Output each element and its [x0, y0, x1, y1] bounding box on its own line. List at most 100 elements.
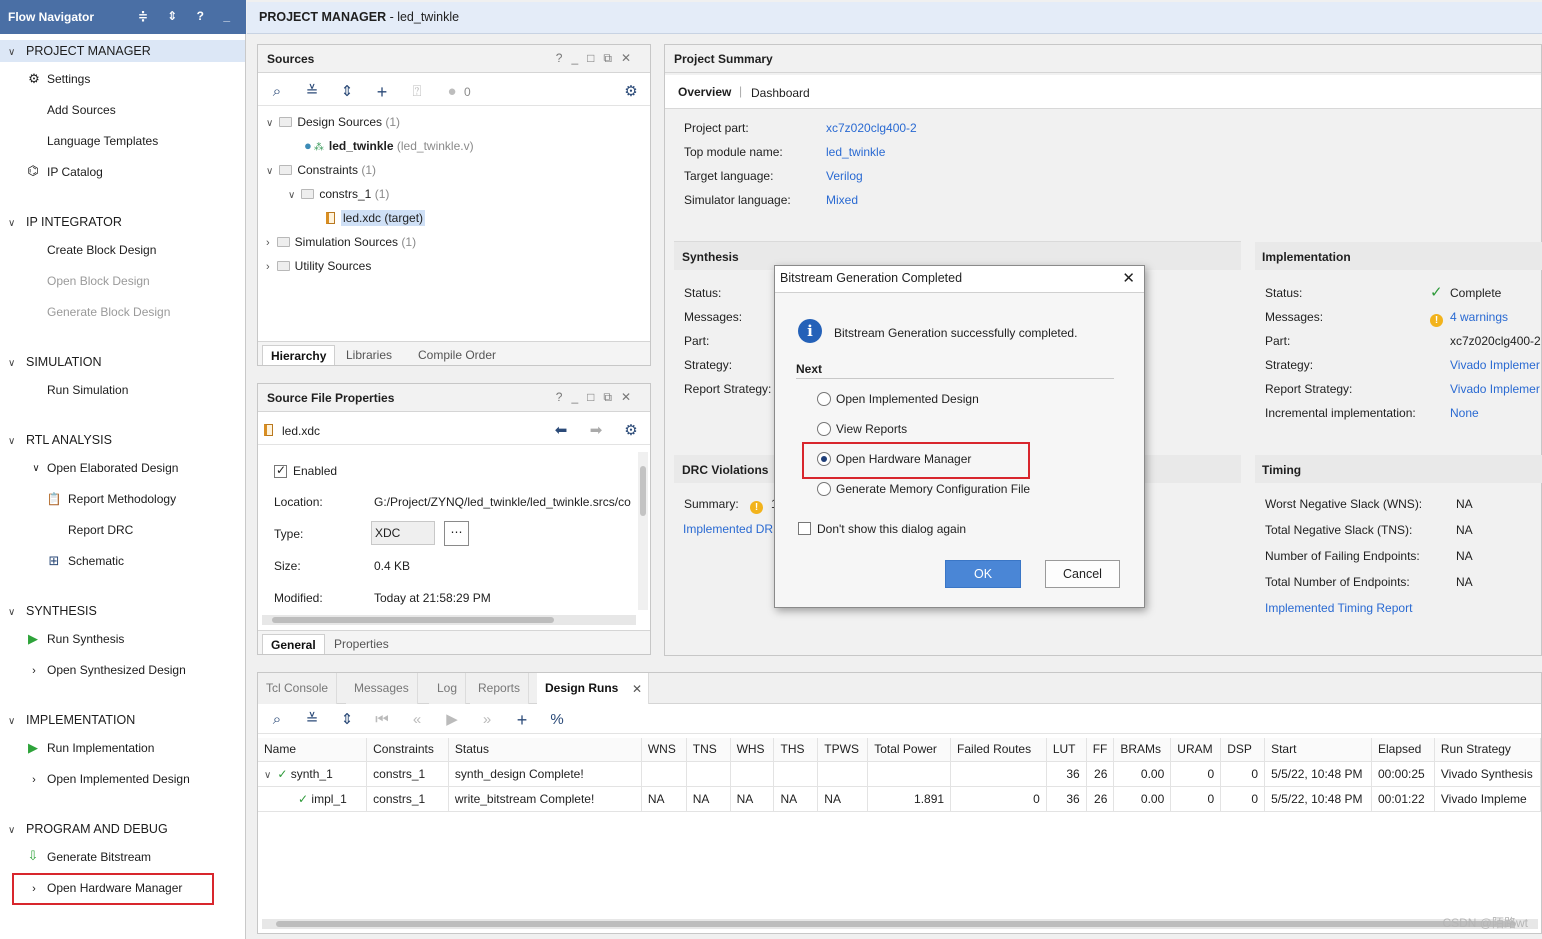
percent-icon[interactable]: %: [548, 712, 566, 730]
nav-item-settings[interactable]: ⚙ Settings: [0, 69, 245, 91]
nav-item-generate-block-design[interactable]: Generate Block Design: [0, 302, 245, 324]
close-icon[interactable]: ✕: [632, 682, 642, 696]
column-header[interactable]: THS: [773, 738, 819, 762]
simulator-language-link[interactable]: Mixed: [826, 193, 858, 207]
nav-item-run-synthesis[interactable]: ▶ Run Synthesis: [0, 629, 245, 651]
sfp-vertical-scrollbar[interactable]: [638, 452, 648, 610]
tree-constraints[interactable]: ∨ Constraints (1): [266, 161, 376, 181]
nav-item-run-simulation[interactable]: Run Simulation: [0, 380, 245, 402]
nav-section-project-manager[interactable]: ∨ PROJECT MANAGER: [0, 40, 245, 62]
tab-general[interactable]: General: [262, 634, 325, 654]
column-header[interactable]: Total Power: [867, 738, 952, 762]
nav-item-open-elaborated-design[interactable]: ∨ Open Elaborated Design: [0, 458, 245, 480]
panel-window-controls[interactable]: ?_□⧉✕: [556, 51, 640, 66]
rewind-icon[interactable]: «: [408, 712, 426, 730]
option-view-reports[interactable]: View Reports: [836, 422, 907, 436]
expand-all-icon[interactable]: ⇕: [338, 712, 356, 730]
tab-reports[interactable]: Reports: [470, 673, 530, 704]
column-header[interactable]: FF: [1086, 738, 1115, 762]
impl-report-strategy-link[interactable]: Vivado Implemer: [1450, 382, 1540, 396]
cancel-button[interactable]: Cancel: [1045, 560, 1120, 588]
column-header[interactable]: Name: [258, 738, 368, 762]
tab-messages[interactable]: Messages: [346, 673, 418, 704]
column-header[interactable]: TNS: [686, 738, 731, 762]
nav-item-run-implementation[interactable]: ▶ Run Implementation: [0, 738, 245, 760]
expand-all-icon[interactable]: ⇕: [338, 84, 356, 102]
column-header[interactable]: Status: [448, 738, 642, 762]
tab-tcl-console[interactable]: Tcl Console: [258, 673, 338, 704]
scroll-thumb[interactable]: [272, 617, 554, 623]
column-header[interactable]: Run Strategy: [1434, 738, 1542, 762]
nav-item-schematic[interactable]: ⊞ Schematic: [0, 551, 245, 573]
unknown-file-icon[interactable]: ⍰: [408, 84, 426, 102]
option-generate-memory-config[interactable]: Generate Memory Configuration File: [836, 482, 1030, 496]
tree-utility-sources[interactable]: › Utility Sources: [266, 257, 371, 277]
column-header[interactable]: WHS: [730, 738, 775, 762]
dont-show-label[interactable]: Don't show this dialog again: [817, 522, 966, 536]
type-browse-button[interactable]: ⋯: [444, 521, 469, 546]
panel-window-controls[interactable]: ?_□⧉✕: [556, 390, 640, 405]
arrow-left-icon[interactable]: ⬅: [552, 423, 570, 441]
tab-properties[interactable]: Properties: [326, 634, 397, 654]
nav-item-ip-catalog[interactable]: ⌬ IP Catalog: [0, 162, 245, 184]
tab-hierarchy[interactable]: Hierarchy: [262, 345, 336, 365]
radio-view-reports[interactable]: [817, 422, 831, 436]
sfp-horizontal-scrollbar[interactable]: [262, 615, 636, 625]
scroll-thumb[interactable]: [640, 466, 646, 516]
tab-log[interactable]: Log: [429, 673, 467, 704]
nav-item-report-methodology[interactable]: 📋 Report Methodology: [0, 489, 245, 511]
column-header[interactable]: Failed Routes: [950, 738, 1047, 762]
nav-item-open-synthesized-design[interactable]: › Open Synthesized Design: [0, 660, 245, 682]
play-icon[interactable]: ▶: [443, 712, 461, 730]
column-header[interactable]: WNS: [641, 738, 687, 762]
nav-section-simulation[interactable]: ∨ SIMULATION: [0, 351, 245, 373]
dont-show-checkbox[interactable]: [798, 522, 811, 535]
runs-horizontal-scrollbar[interactable]: [262, 919, 1538, 929]
nav-item-open-implemented-design[interactable]: › Open Implemented Design: [0, 769, 245, 791]
search-icon[interactable]: ⌕: [268, 712, 286, 730]
option-open-implemented-design[interactable]: Open Implemented Design: [836, 392, 979, 406]
nav-section-synthesis[interactable]: ∨ SYNTHESIS: [0, 600, 245, 622]
ok-button[interactable]: OK: [945, 560, 1021, 588]
radio-open-implemented-design[interactable]: [817, 392, 831, 406]
tab-dashboard[interactable]: Dashboard: [751, 86, 810, 100]
column-header[interactable]: Elapsed: [1371, 738, 1435, 762]
impl-strategy-link[interactable]: Vivado Implemer: [1450, 358, 1540, 372]
column-header[interactable]: TPWS: [817, 738, 869, 762]
column-header[interactable]: Start: [1264, 738, 1372, 762]
arrow-right-icon[interactable]: ➡: [587, 423, 605, 441]
column-header[interactable]: DSP: [1220, 738, 1266, 762]
search-icon[interactable]: ⌕: [268, 84, 286, 102]
tree-design-sources[interactable]: ∨ Design Sources (1): [266, 113, 400, 133]
close-icon[interactable]: ✕: [1122, 269, 1135, 287]
tree-led-xdc[interactable]: led.xdc (target): [326, 209, 426, 229]
tree-top-module[interactable]: ● ⁂ led_twinkle (led_twinkle.v): [304, 137, 474, 157]
nav-item-add-sources[interactable]: Add Sources: [0, 100, 245, 122]
skip-first-icon[interactable]: ⏮: [373, 712, 391, 730]
impl-incremental-link[interactable]: None: [1450, 406, 1479, 420]
project-part-link[interactable]: xc7z020clg400-2: [826, 121, 917, 135]
collapse-all-icon[interactable]: ≚: [303, 712, 321, 730]
tab-libraries[interactable]: Libraries: [338, 345, 400, 365]
enabled-checkbox[interactable]: ✓: [274, 463, 287, 478]
gear-icon[interactable]: ⚙: [622, 423, 640, 441]
column-header[interactable]: URAM: [1170, 738, 1222, 762]
nav-section-ip-integrator[interactable]: ∨ IP INTEGRATOR: [0, 211, 245, 233]
collapse-all-icon[interactable]: ≚: [303, 84, 321, 102]
tab-compile-order[interactable]: Compile Order: [410, 345, 504, 365]
fast-forward-icon[interactable]: »: [478, 712, 496, 730]
tab-overview[interactable]: Overview: [678, 85, 731, 99]
table-row[interactable]: ∨ ✓ synth_1 constrs_1 synth_design Comple…: [258, 761, 1542, 787]
nav-item-language-templates[interactable]: Language Templates: [0, 131, 245, 153]
drc-report-link[interactable]: Implemented DR: [683, 522, 773, 536]
nav-item-open-block-design[interactable]: Open Block Design: [0, 271, 245, 293]
scroll-thumb[interactable]: [276, 921, 1516, 927]
table-row[interactable]: ✓ impl_1 constrs_1 write_bitstream Compl…: [258, 786, 1542, 812]
add-icon[interactable]: +: [373, 83, 391, 102]
add-icon[interactable]: +: [513, 711, 531, 730]
nav-item-report-drc[interactable]: Report DRC: [0, 520, 245, 542]
radio-generate-memory-config[interactable]: [817, 482, 831, 496]
column-header[interactable]: BRAMs: [1113, 738, 1172, 762]
timing-report-link[interactable]: Implemented Timing Report: [1265, 601, 1412, 615]
impl-warnings-link[interactable]: 4 warnings: [1450, 310, 1508, 324]
